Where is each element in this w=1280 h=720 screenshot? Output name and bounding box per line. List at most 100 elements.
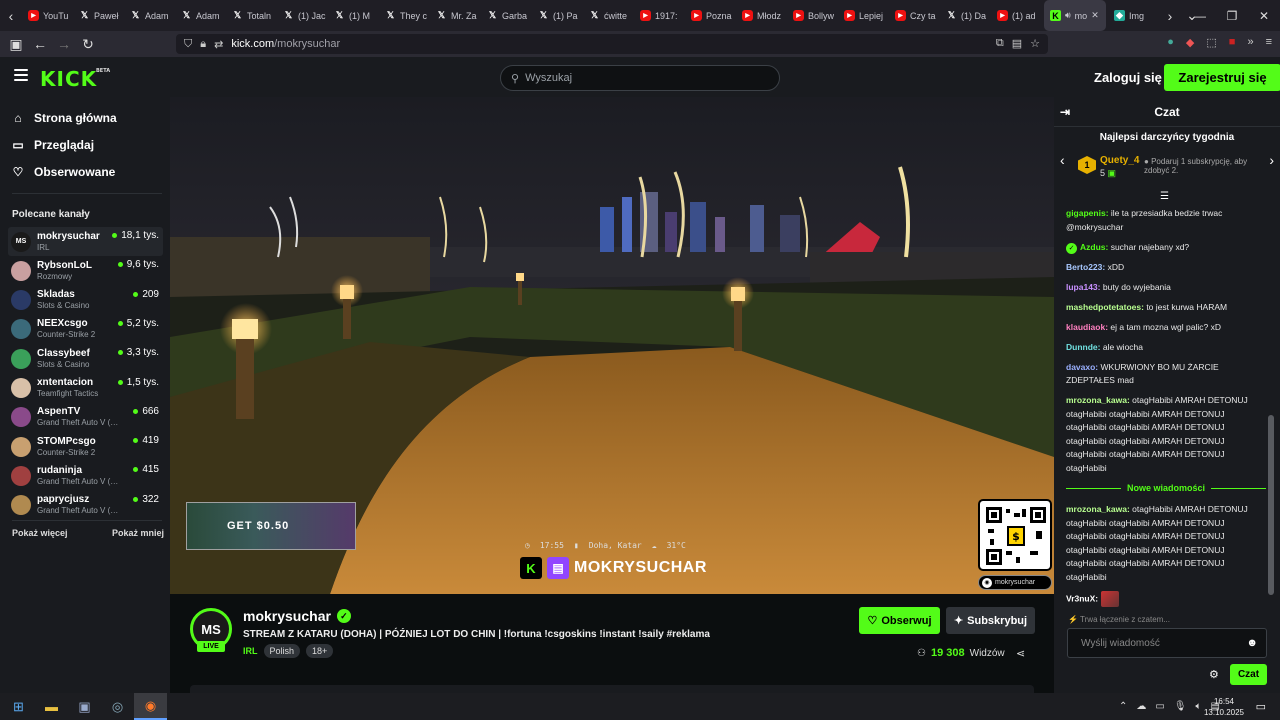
chat-settings-icon[interactable]: ⚙ — [1209, 668, 1219, 681]
ad-overlay[interactable]: GET $0.50 — [186, 502, 356, 550]
reload-icon[interactable]: ↻ — [76, 31, 100, 57]
volume-icon[interactable]: 🔈︎ — [1196, 701, 1202, 712]
notifications-icon[interactable]: ▭ — [1256, 700, 1266, 713]
tag-language[interactable]: Polish — [263, 644, 301, 658]
subscribe-button[interactable]: ✦ Subskrybuj — [946, 607, 1035, 634]
show-more-button[interactable]: Pokaż więcej — [12, 528, 68, 538]
browser-tab[interactable]: ▶ Czy ta — [889, 0, 940, 31]
browser-tab[interactable]: ◆ Img — [1108, 0, 1159, 31]
chevron-right-icon[interactable]: › — [1269, 152, 1274, 168]
url-field[interactable]: ⛉ 🔒︎ ⇄ kick.com/mokrysuchar ⧉ ▤ ☆ — [176, 34, 1048, 54]
browser-tab[interactable]: 𝕏 (1) Da — [940, 0, 991, 31]
share-icon[interactable]: ⋖ — [1016, 647, 1025, 660]
browser-tab[interactable]: ▶ Lepiej — [838, 0, 889, 31]
browser-tab[interactable]: ▶ YouTu — [22, 0, 73, 31]
browser-tab[interactable]: 𝕏 Mr. Za — [430, 0, 481, 31]
search-input[interactable]: ⚲ Wyszukaj — [500, 65, 780, 91]
chat-input[interactable]: Wyślij wiadomość ☻ — [1067, 628, 1267, 658]
pinned-toggle-icon[interactable]: ☰ — [1160, 191, 1169, 202]
forward-icon[interactable]: → — [52, 31, 76, 57]
firefox-icon[interactable]: ◉ — [134, 693, 167, 720]
close-tab-icon[interactable]: ✕ — [1091, 10, 1099, 21]
browser-tab-active[interactable]: K 🔊︎ mo ✕ — [1044, 0, 1106, 31]
collapse-chat-icon[interactable]: ⇥ — [1060, 105, 1070, 119]
gifter-name[interactable]: Quety_4 — [1100, 155, 1139, 166]
chat-username[interactable]: gigapenis — [1066, 208, 1106, 218]
browser-tab[interactable]: ▶ (1) ad — [991, 0, 1042, 31]
system-clock[interactable]: 16:54 13.10.2025 — [1204, 696, 1244, 718]
browser-tab[interactable]: 𝕏 They c — [379, 0, 430, 31]
tab-scroll-left-icon[interactable]: ‹ — [0, 0, 22, 31]
extension-shield-icon[interactable]: ● — [1167, 36, 1174, 49]
kick-logo[interactable]: KICK BETA — [40, 67, 110, 91]
chat-username[interactable]: Azdus — [1080, 242, 1106, 252]
tag-age[interactable]: 18+ — [306, 644, 334, 658]
browser-tab[interactable]: ▶ Bollyw — [787, 0, 838, 31]
extensions-puzzle-icon[interactable]: ⬚ — [1206, 36, 1216, 49]
sidebar-channel[interactable]: Skladas Slots & Casino 209 — [8, 286, 163, 315]
chat-username[interactable]: Dunnde — [1066, 342, 1098, 352]
chat-username[interactable]: mrozona_kawa — [1066, 395, 1127, 405]
back-icon[interactable]: ← — [28, 31, 52, 57]
sidebar-channel[interactable]: paprycjusz Grand Theft Auto V (G... 322 — [8, 491, 163, 520]
bookmark-star-icon[interactable]: ☆ — [1030, 37, 1040, 50]
browser-tab[interactable]: 𝕏 (1) Pa — [532, 0, 583, 31]
browser-tab[interactable]: 𝕏 Adam — [175, 0, 226, 31]
mic-icon[interactable]: 🎙︎ — [1174, 701, 1187, 712]
sidebar-channel[interactable]: STOMPcsgo Counter-Strike 2 419 — [8, 432, 163, 461]
login-button[interactable]: Zaloguj się — [1094, 70, 1162, 85]
browser-tab[interactable]: ▶ Pozna — [685, 0, 736, 31]
sidebar-item-home[interactable]: ⌂ Strona główna — [12, 111, 116, 125]
computer-icon[interactable]: ▣ — [68, 693, 101, 720]
chat-username[interactable]: klaudiaok — [1066, 322, 1105, 332]
tab-scroll-right-icon[interactable]: › — [1159, 0, 1181, 31]
browser-tab[interactable]: ▶ 1917: — [634, 0, 685, 31]
browser-tab[interactable]: 𝕏 (1) Jac — [277, 0, 328, 31]
category-link[interactable]: IRL — [243, 646, 258, 656]
menu-icon[interactable]: ≡ — [1266, 36, 1272, 49]
browser-tab[interactable]: 𝕏 Totaln — [226, 0, 277, 31]
overflow-chevron-icon[interactable]: » — [1247, 36, 1253, 49]
picture-in-picture-icon[interactable]: ⧉ — [996, 37, 1004, 50]
chat-username[interactable]: mashedpotetatoes — [1066, 302, 1141, 312]
sidebar-channel[interactable]: Classybeef Slots & Casino 3,3 tys. — [8, 344, 163, 373]
close-window-icon[interactable]: ✕ — [1248, 0, 1280, 31]
chat-username[interactable]: lupa143 — [1066, 282, 1098, 292]
sidebar-channel[interactable]: MS mokrysuchar IRL 18,1 tys. — [8, 227, 163, 256]
browser-tab[interactable]: 𝕏 Garba — [481, 0, 532, 31]
menu-hamburger-icon[interactable] — [14, 69, 28, 81]
minimize-icon[interactable]: — — [1184, 0, 1216, 31]
windows-start-icon[interactable]: ⊞ — [2, 693, 35, 720]
page-scrollbar[interactable] — [1268, 415, 1274, 595]
sidebar-channel[interactable]: NEEXcsgo Counter-Strike 2 5,2 tys. — [8, 315, 163, 344]
sidebar-channel[interactable]: xntentacion Teamfight Tactics 1,5 tys. — [8, 374, 163, 403]
file-explorer-icon[interactable]: ▬ — [35, 693, 68, 720]
show-less-button[interactable]: Pokaż mniej — [112, 528, 164, 538]
chat-username[interactable]: Berto223 — [1066, 262, 1102, 272]
extension-red-icon[interactable]: ■ — [1229, 36, 1236, 49]
chat-send-button[interactable]: Czat — [1230, 664, 1267, 685]
streamer-name[interactable]: mokrysuchar ✓ — [243, 608, 351, 624]
usb-icon[interactable]: ▭ — [1155, 701, 1164, 712]
steam-icon[interactable]: ◎ — [101, 693, 134, 720]
follow-button[interactable]: ♡ Obserwuj — [859, 607, 940, 634]
browser-tab[interactable]: 𝕏 Adam — [124, 0, 175, 31]
maximize-icon[interactable]: ❐ — [1216, 0, 1248, 31]
chat-username[interactable]: mrozona_kawa — [1066, 504, 1127, 514]
sidebar-channel[interactable]: RybsonLoL Rozmowy 9,6 tys. — [8, 256, 163, 285]
browser-tab[interactable]: ▶ Młodz — [736, 0, 787, 31]
chevron-left-icon[interactable]: ‹ — [1060, 152, 1065, 168]
chat-username[interactable]: davaxo — [1066, 362, 1095, 372]
browser-tab[interactable]: 𝕏 (1) M — [328, 0, 379, 31]
chat-username[interactable]: Vr3nuX — [1066, 593, 1095, 603]
sidebar-channel[interactable]: rudaninja Grand Theft Auto V (G... 415 — [8, 461, 163, 490]
sidebar-toggle-icon[interactable]: ▣ — [4, 31, 28, 57]
register-button[interactable]: Zarejestruj się — [1164, 64, 1280, 91]
browser-tab[interactable]: 𝕏ćwitte — [583, 0, 634, 31]
sidebar-item-following[interactable]: ♡ Obserwowane — [12, 165, 116, 179]
emoji-icon[interactable]: ☻ — [1246, 637, 1258, 649]
sidebar-channel[interactable]: AspenTV Grand Theft Auto V (G... 666 — [8, 403, 163, 432]
extension-fox-icon[interactable]: ◆ — [1186, 36, 1194, 49]
video-player[interactable]: GET $0.50 ◷ 17:55 ▮ Doha, Katar ☁ 31°C K ▤ … — [170, 97, 1054, 594]
browser-tab[interactable]: 𝕏 Paweł — [73, 0, 124, 31]
